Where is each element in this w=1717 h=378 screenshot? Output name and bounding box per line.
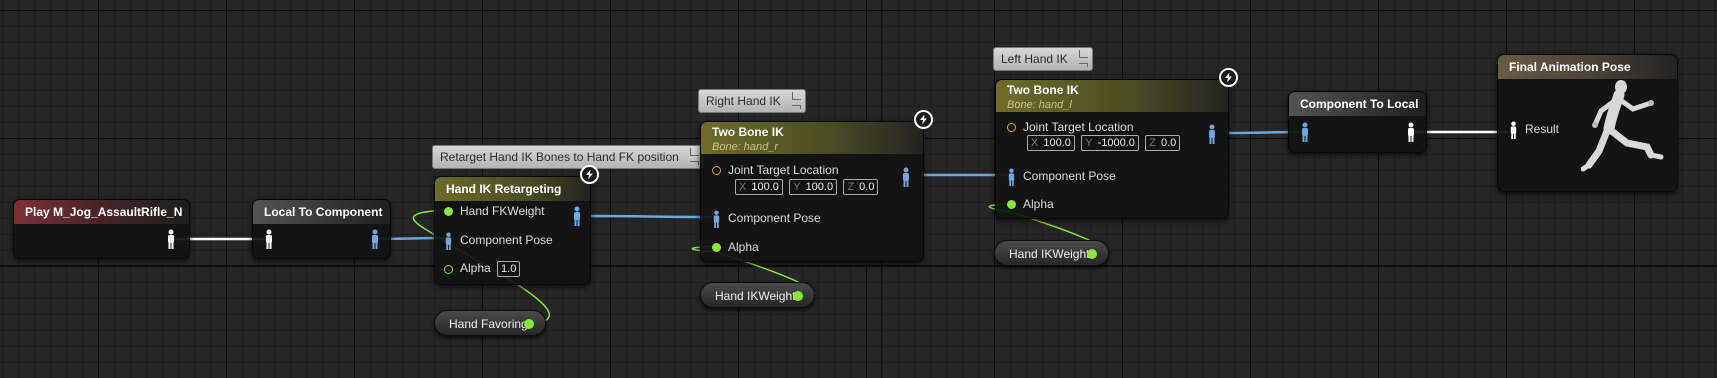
variable-hand-ik-weight[interactable]: Hand IKWeight [700, 282, 815, 308]
vector-pin-icon [712, 166, 721, 176]
comment-text: Right Hand IK [706, 94, 781, 108]
joint-target-z-field[interactable]: Z 0.0 [843, 179, 879, 195]
node-title: Component To Local [1289, 92, 1426, 116]
variable-hand-favoring[interactable]: Hand Favoring [434, 310, 546, 336]
pose-output-pin-icon[interactable] [1406, 122, 1416, 142]
comment-retarget-hand-ik[interactable]: Retarget Hand IK Bones to Hand FK positi… [432, 145, 704, 169]
comment-bubble-icon [689, 148, 699, 156]
comment-bubble-icon [1078, 50, 1088, 58]
variable-hand-ik-weight[interactable]: Hand IKWeight [994, 240, 1109, 266]
fast-path-lightning-icon [580, 165, 599, 184]
component-pose-input-pin-icon[interactable] [1300, 122, 1310, 142]
component-pose-input-pin-icon [713, 210, 720, 228]
float-pin-connected-icon [444, 207, 453, 217]
node-component-to-local[interactable]: Component To Local [1288, 91, 1427, 153]
joint-target-value-fields: X 100.0 Y 100.0 Z 0.0 [732, 179, 879, 195]
float-pin-connected-icon [1007, 200, 1016, 210]
fast-path-lightning-icon [914, 110, 933, 129]
float-pin-output-icon[interactable] [524, 319, 534, 329]
component-pose-output-pin-icon[interactable] [572, 206, 582, 226]
node-title: Two Bone IK Bone: hand_l [996, 80, 1228, 112]
pose-input-pin-icon [1510, 121, 1517, 139]
component-pose-input-pin-icon [445, 232, 452, 250]
float-pin-output-icon[interactable] [1087, 249, 1097, 259]
node-title: Local To Component [253, 200, 390, 224]
comment-left-hand-ik[interactable]: Left Hand IK [993, 47, 1093, 71]
node-title: Two Bone IK Bone: hand_r [701, 122, 923, 154]
node-subtitle: Bone: hand_r [712, 141, 779, 153]
wire-retarget-to-right-ik [590, 214, 716, 219]
anim-graph-canvas[interactable]: Play M_Jog_AssaultRifle_N Local To Compo… [0, 0, 1717, 378]
node-hand-ik-retargeting[interactable]: Hand IK Retargeting Hand FKWeight Compon… [434, 176, 591, 285]
running-mannequin-icon [1581, 80, 1664, 172]
pin-alpha[interactable]: Alpha [1007, 197, 1054, 211]
node-final-animation-pose[interactable]: Final Animation Pose Result [1497, 54, 1678, 192]
pin-joint-target-location[interactable]: Joint Target Location [1007, 120, 1134, 134]
pin-hand-fk-weight[interactable]: Hand FKWeight [444, 204, 545, 218]
comment-right-hand-ik[interactable]: Right Hand IK [698, 89, 806, 113]
joint-target-x-field[interactable]: X 100.0 [735, 179, 783, 195]
node-subtitle: Bone: hand_l [1007, 99, 1072, 111]
joint-target-z-field[interactable]: Z 0.0 [1145, 135, 1181, 151]
float-pin-connected-icon [712, 243, 721, 253]
node-title: Hand IK Retargeting [435, 177, 590, 201]
comment-pin-icon [689, 161, 699, 165]
fast-path-lightning-icon [1219, 68, 1238, 87]
alpha-value-field[interactable]: 1.0 [497, 261, 521, 277]
component-pose-output-pin-icon[interactable] [370, 229, 380, 249]
pin-component-pose[interactable]: Component Pose [1007, 168, 1116, 186]
node-title: Play M_Jog_AssaultRifle_N [14, 200, 189, 224]
comment-bubble-icon [791, 92, 801, 100]
pin-component-pose[interactable]: Component Pose [712, 210, 821, 228]
pose-output-pin-icon[interactable] [166, 229, 176, 249]
node-play-animation[interactable]: Play M_Jog_AssaultRifle_N [13, 199, 190, 259]
comment-pin-icon [791, 105, 801, 109]
pin-joint-target-location[interactable]: Joint Target Location [712, 163, 839, 177]
node-local-to-component[interactable]: Local To Component [252, 199, 391, 259]
comment-pin-icon [1078, 63, 1088, 67]
pin-component-pose[interactable]: Component Pose [444, 232, 553, 250]
node-two-bone-ik-right[interactable]: Two Bone IK Bone: hand_r Joint Target Lo… [700, 121, 924, 262]
float-pin-unconnected-icon [444, 264, 453, 274]
pose-input-pin-icon[interactable] [264, 229, 274, 249]
pin-alpha[interactable]: Alpha [712, 240, 759, 254]
joint-target-y-field[interactable]: Y 100.0 [789, 179, 838, 195]
node-title: Final Animation Pose [1498, 55, 1677, 79]
comment-text: Retarget Hand IK Bones to Hand FK positi… [440, 150, 679, 164]
joint-target-value-fields: X 100.0 Y -1000.0 Z 0.0 [1024, 135, 1181, 151]
vector-pin-icon [1007, 123, 1016, 133]
joint-target-x-field[interactable]: X 100.0 [1027, 135, 1075, 151]
component-pose-input-pin-icon [1008, 168, 1015, 186]
node-two-bone-ik-left[interactable]: Two Bone IK Bone: hand_l Joint Target Lo… [995, 79, 1229, 219]
pin-alpha[interactable]: Alpha 1.0 [444, 261, 521, 277]
component-pose-output-pin-icon[interactable] [901, 167, 911, 187]
component-pose-output-pin-icon[interactable] [1207, 124, 1217, 144]
pin-result[interactable]: Result [1509, 121, 1559, 139]
joint-target-y-field[interactable]: Y -1000.0 [1081, 135, 1139, 151]
float-pin-output-icon[interactable] [793, 291, 803, 301]
comment-text: Left Hand IK [1001, 52, 1068, 66]
